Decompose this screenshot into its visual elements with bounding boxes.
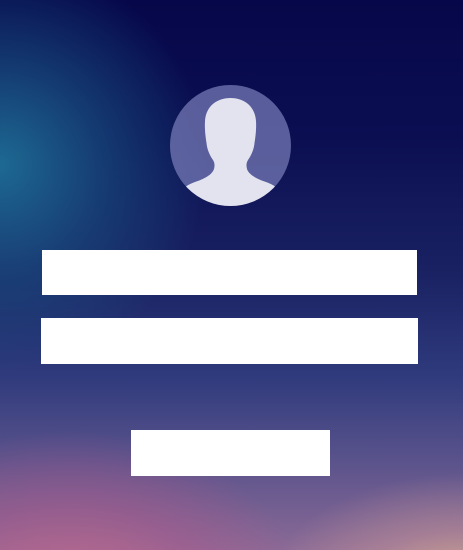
password-field[interactable] [41, 318, 418, 364]
login-panel [0, 0, 463, 550]
user-silhouette-icon [174, 98, 287, 206]
username-field[interactable] [42, 250, 417, 295]
avatar [170, 85, 291, 206]
login-button[interactable] [131, 430, 330, 476]
